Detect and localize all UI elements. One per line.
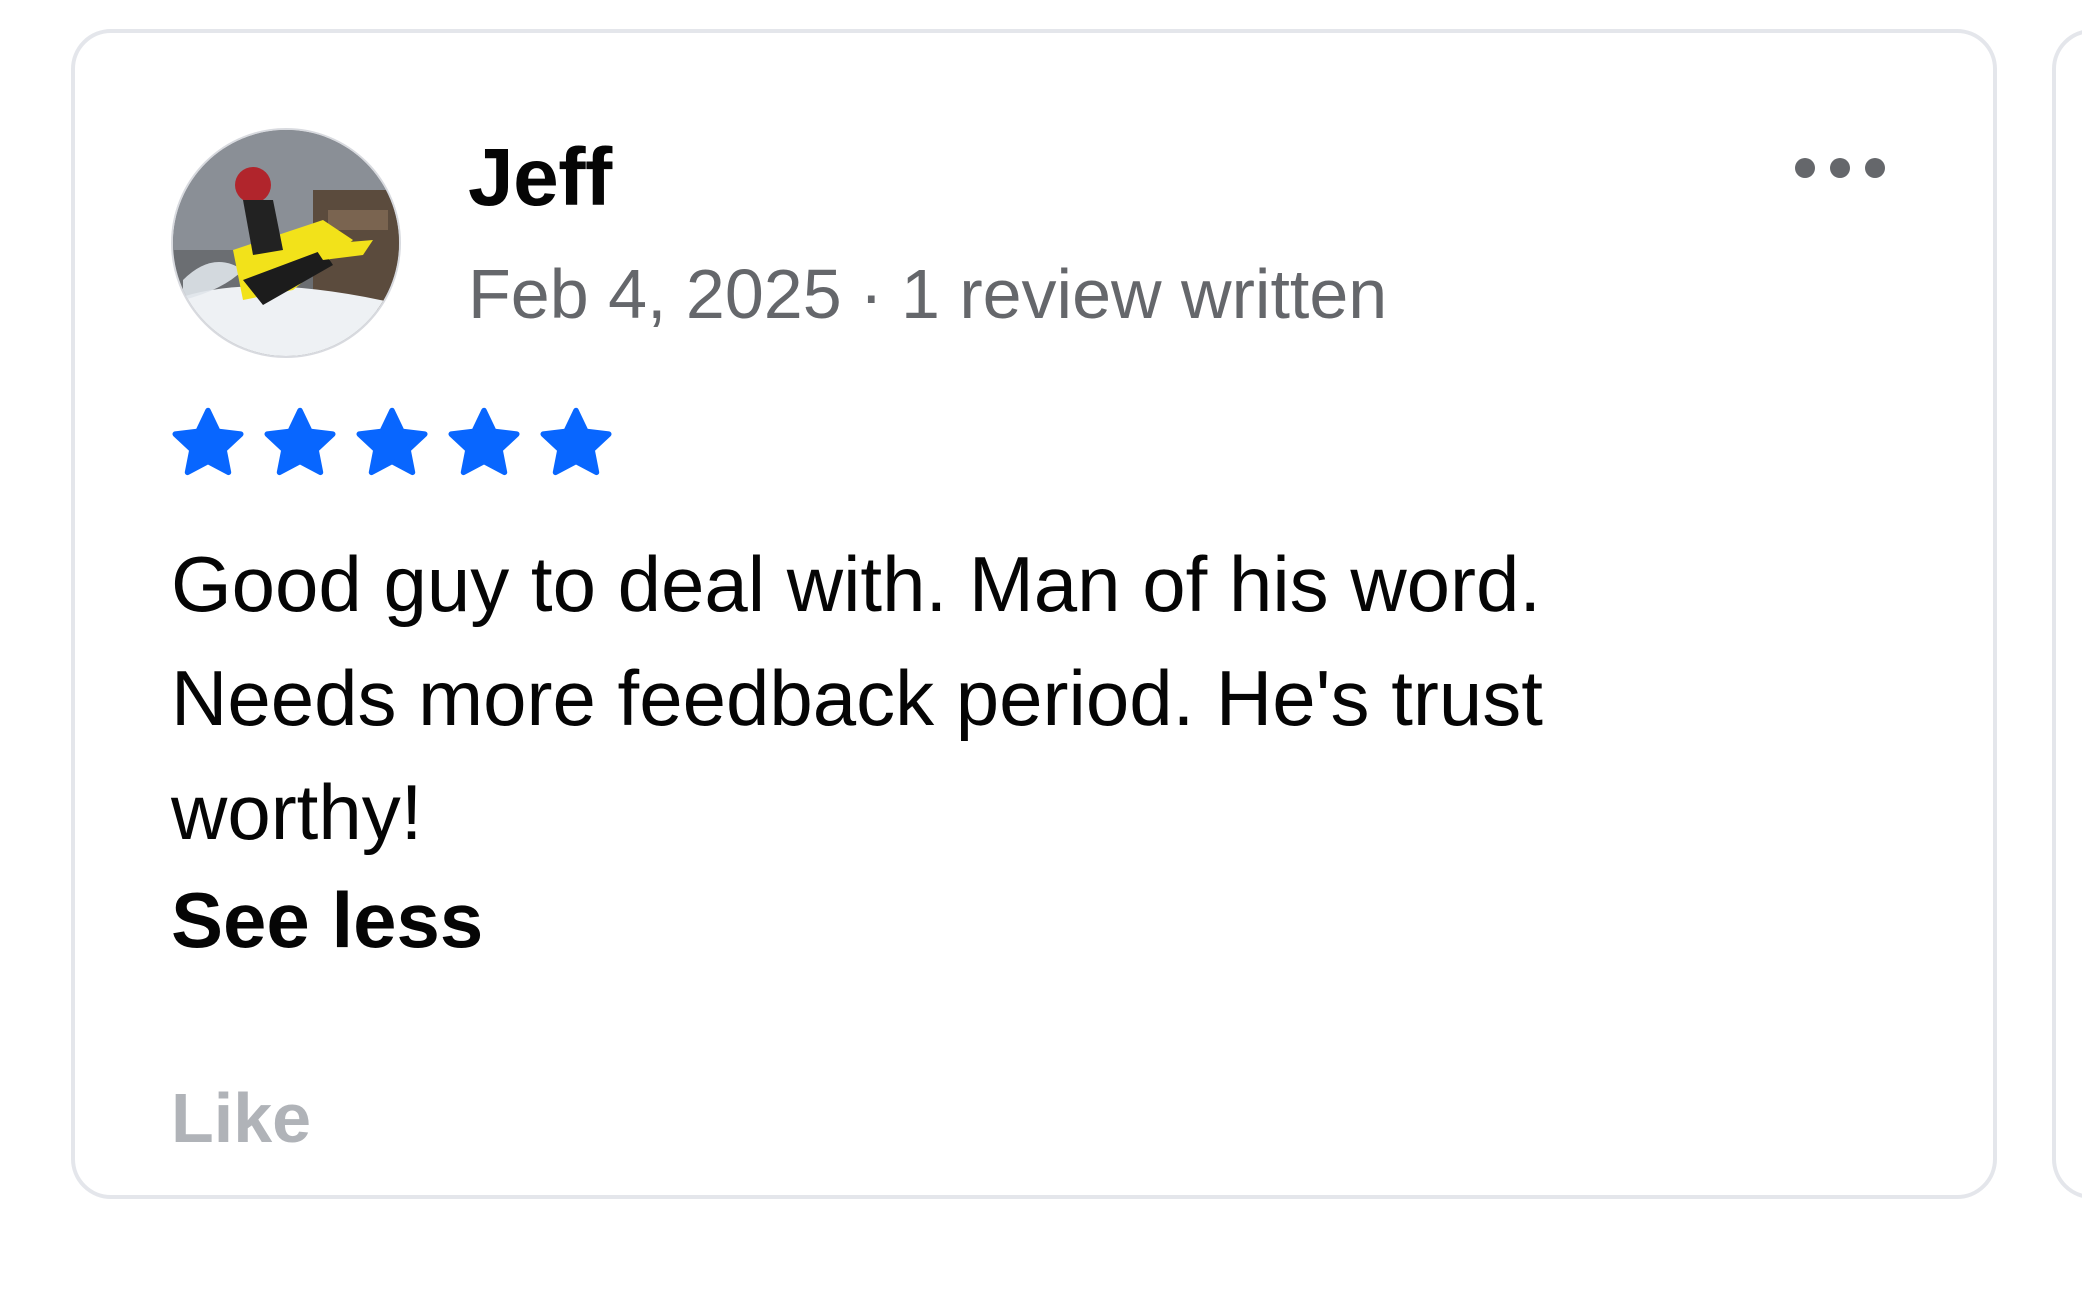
reviewer-name[interactable]: Jeff bbox=[468, 137, 612, 219]
meta-separator: · bbox=[859, 255, 883, 333]
reviews-written-count: 1 review written bbox=[900, 255, 1388, 333]
star-icon bbox=[264, 407, 336, 476]
next-review-card[interactable] bbox=[2052, 29, 2082, 1199]
star-icon bbox=[540, 407, 612, 476]
like-button[interactable]: Like bbox=[171, 1083, 311, 1153]
star-icon bbox=[448, 407, 520, 476]
review-date: Feb 4, 2025 bbox=[468, 255, 842, 333]
reviews-carousel: Jeff Feb 4, 2025 · 1 review written Good g… bbox=[0, 0, 2082, 1307]
more-options-button[interactable] bbox=[1795, 143, 1905, 193]
reviewer-avatar[interactable] bbox=[171, 128, 401, 358]
star-rating bbox=[167, 403, 617, 485]
review-card: Jeff Feb 4, 2025 · 1 review written Good g… bbox=[71, 29, 1997, 1199]
star-icon bbox=[172, 407, 244, 476]
snowmobile-photo bbox=[173, 130, 399, 356]
review-text: Good guy to deal with. Man of his word. … bbox=[171, 540, 1543, 856]
star-icon bbox=[356, 407, 428, 476]
see-less-link[interactable]: See less bbox=[171, 881, 483, 959]
review-meta: Feb 4, 2025 · 1 review written bbox=[468, 259, 1387, 329]
